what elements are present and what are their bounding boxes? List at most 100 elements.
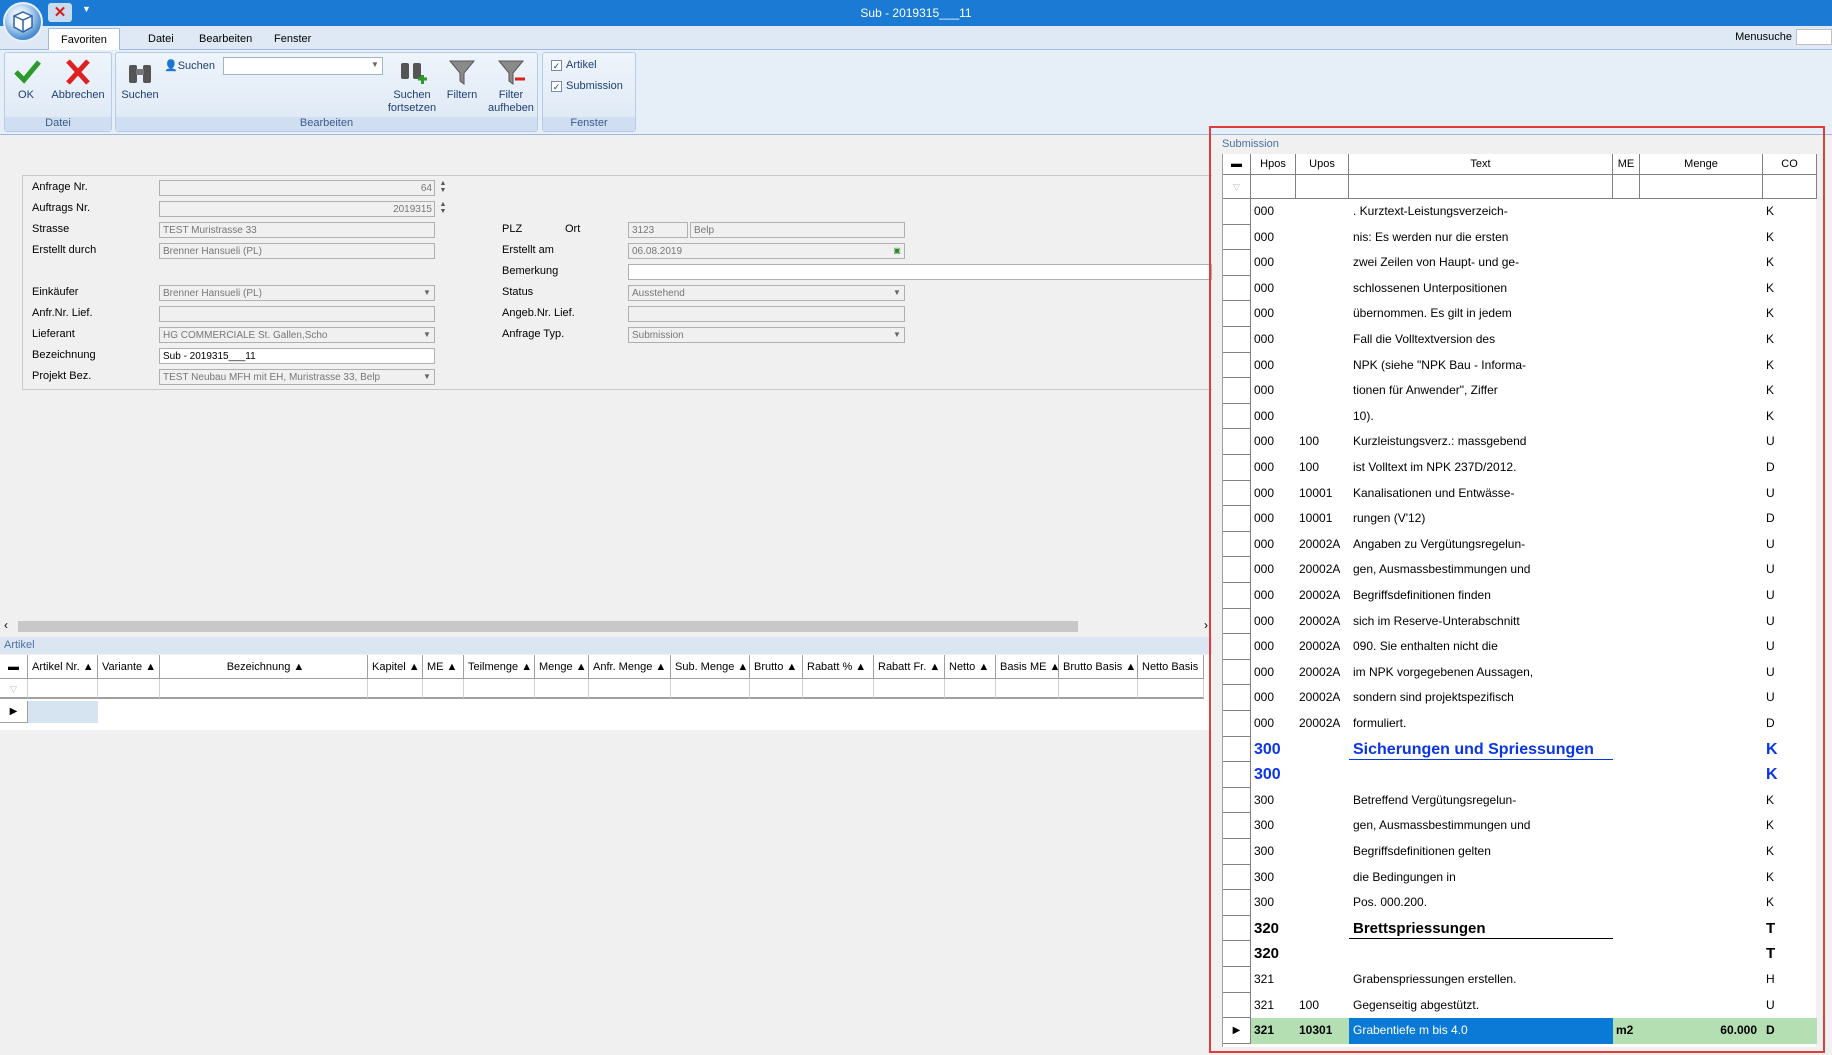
row-selector[interactable] (1223, 429, 1251, 455)
row-selector[interactable] (1223, 915, 1251, 942)
row-selector[interactable] (1223, 685, 1251, 711)
submission-row[interactable]: 300 Pos. 000.200. K (1223, 890, 1817, 916)
suchen-small-button[interactable]: 👤Suchen (164, 59, 215, 72)
filter-cell[interactable] (1613, 175, 1640, 199)
app-menu-button[interactable] (3, 2, 43, 42)
row-selector[interactable] (1223, 275, 1251, 302)
submission-row[interactable]: 000 20002A sich im Reserve-Unterabschnitt U (1223, 608, 1817, 635)
ort-field[interactable]: Belp (690, 222, 905, 238)
submission-row[interactable]: 000 20002A Angaben zu Vergütungsregelun- U (1223, 531, 1817, 558)
row-selector[interactable] (1223, 967, 1251, 993)
tab-bearbeiten[interactable]: Bearbeiten (187, 28, 264, 50)
submission-row[interactable]: 320 T (1223, 941, 1817, 967)
submission-row[interactable]: 000 10). K (1223, 403, 1817, 430)
filter-cell[interactable] (423, 679, 464, 699)
col-sub-menge[interactable]: Sub. Menge ▲ (671, 655, 750, 679)
submission-row[interactable]: 000 100 ist Volltext im NPK 237D/2012. D (1223, 455, 1817, 481)
col-upos[interactable]: Upos (1296, 154, 1349, 175)
filter-cell[interactable] (874, 679, 945, 699)
filter-cell[interactable] (368, 679, 423, 699)
search-combo[interactable]: ▼ (223, 57, 383, 75)
col-me[interactable]: ME ▲ (423, 655, 464, 679)
col-rabatt-fr[interactable]: Rabatt Fr. ▲ (874, 655, 945, 679)
col-netto[interactable]: Netto ▲ (945, 655, 996, 679)
lieferant-select[interactable]: HG COMMERCIALE St. Gallen,Scho ▼ (159, 327, 435, 343)
filter-cell[interactable] (98, 679, 160, 699)
row-selector[interactable] (1223, 634, 1251, 660)
row-selector[interactable] (1223, 992, 1251, 1019)
scroll-right-icon[interactable]: › (1204, 618, 1208, 632)
status-select[interactable]: Ausstehend ▼ (628, 285, 905, 301)
row-selector[interactable] (1223, 864, 1251, 891)
scroll-left-icon[interactable]: ‹ (4, 618, 8, 632)
collapse-icon[interactable]: ▬ (1223, 154, 1251, 175)
submission-row[interactable]: 000 100 Kurzleistungsverz.: massgebend U (1223, 429, 1817, 455)
new-row-cell[interactable] (28, 701, 98, 723)
filter-cell[interactable] (1296, 175, 1349, 199)
erstellt-durch-field[interactable]: Brenner Hansueli (PL) (159, 243, 435, 259)
row-selector[interactable] (1223, 608, 1251, 635)
filter-cell[interactable] (671, 679, 750, 699)
row-selector[interactable] (1223, 378, 1251, 404)
submission-row[interactable]: 000 10001 rungen (V'12) D (1223, 506, 1817, 532)
filter-cell[interactable] (1763, 175, 1817, 199)
col-variante[interactable]: Variante ▲ (98, 655, 160, 679)
filter-cell[interactable] (803, 679, 874, 699)
filter-cell[interactable] (589, 679, 671, 699)
suchen-fortsetzen-button[interactable]: Suchen fortsetzen (386, 57, 438, 115)
filter-cell[interactable] (28, 679, 98, 699)
collapse-icon[interactable]: ▬ (0, 655, 28, 679)
calendar-icon[interactable]: ▣ (891, 245, 903, 257)
tab-favoriten[interactable]: Favoriten (48, 28, 120, 50)
row-selector[interactable] (1223, 506, 1251, 532)
auftrags-nr-field[interactable]: 2019315 (159, 201, 435, 217)
submission-row[interactable]: 000 20002A 090. Sie enthalten nicht die U (1223, 634, 1817, 660)
submission-row[interactable]: 000 nis: Es werden nur die ersten K (1223, 224, 1817, 251)
row-indicator-icon[interactable]: ▶ (0, 701, 28, 723)
submission-row[interactable]: 300 die Bedingungen in K (1223, 864, 1817, 891)
filter-cell[interactable] (464, 679, 535, 699)
filter-cell[interactable] (1349, 175, 1613, 199)
submission-checkbox[interactable]: ✓ Submission (551, 80, 623, 92)
anfrage-typ-select[interactable]: Submission ▼ (628, 327, 905, 343)
submission-row[interactable]: 000 übernommen. Es gilt in jedem K (1223, 301, 1817, 327)
filter-cell[interactable] (945, 679, 996, 699)
col-bezeichnung[interactable]: Bezeichnung ▲ (160, 655, 368, 679)
submission-row[interactable]: 000 . Kurztext-Leistungsverzeich- K (1223, 199, 1817, 225)
row-selector[interactable] (1223, 327, 1251, 353)
filtern-button[interactable]: Filtern (442, 57, 482, 102)
col-teilmenge[interactable]: Teilmenge ▲ (464, 655, 535, 679)
submission-row[interactable]: 000 tionen für Anwender", Ziffer K (1223, 378, 1817, 404)
col-brutto[interactable]: Brutto ▲ (750, 655, 803, 679)
submission-row[interactable]: 000 Fall die Volltextversion des K (1223, 327, 1817, 353)
submission-row[interactable]: 300 Begriffsdefinitionen gelten K (1223, 839, 1817, 865)
row-selector[interactable] (1223, 890, 1251, 916)
filter-cell[interactable] (160, 679, 368, 699)
einkaeufer-select[interactable]: Brenner Hansueli (PL) ▼ (159, 285, 435, 301)
projekt-bez-select[interactable]: TEST Neubau MFH mit EH, Muristrasse 33, … (159, 369, 435, 385)
submission-row[interactable]: 000 NPK (siehe "NPK Bau - Informa- K (1223, 352, 1817, 379)
anfrage-nr-field[interactable]: 64 (159, 180, 435, 196)
row-selector[interactable] (1223, 762, 1251, 788)
filter-cell[interactable] (750, 679, 803, 699)
submission-row[interactable]: 321 Grabenspriessungen erstellen. H (1223, 967, 1817, 993)
submission-row[interactable]: 000 20002A sondern sind projektspezifisch U (1223, 685, 1817, 711)
row-selector[interactable] (1223, 711, 1251, 737)
filter-cell[interactable] (1138, 679, 1204, 699)
col-me[interactable]: ME (1613, 154, 1640, 175)
submission-row[interactable]: 300 Sicherungen und Spriessungen K (1223, 736, 1817, 763)
col-text[interactable]: Text (1349, 154, 1613, 175)
tab-datei[interactable]: Datei (136, 28, 186, 50)
row-selector[interactable] (1223, 557, 1251, 583)
row-selector[interactable] (1223, 736, 1251, 763)
row-selector[interactable] (1223, 199, 1251, 225)
col-menge[interactable]: Menge ▲ (535, 655, 589, 679)
submission-row[interactable]: 300 K (1223, 762, 1817, 788)
row-selector[interactable] (1223, 839, 1251, 865)
current-row-indicator-icon[interactable]: ▶ (1223, 1018, 1251, 1044)
menu-search-input[interactable] (1796, 29, 1832, 45)
row-selector[interactable] (1223, 250, 1251, 276)
bezeichnung-field[interactable]: Sub - 2019315___11 (159, 348, 435, 364)
form-horizontal-scrollbar[interactable]: ‹ › (0, 618, 1212, 634)
row-selector[interactable] (1223, 659, 1251, 686)
